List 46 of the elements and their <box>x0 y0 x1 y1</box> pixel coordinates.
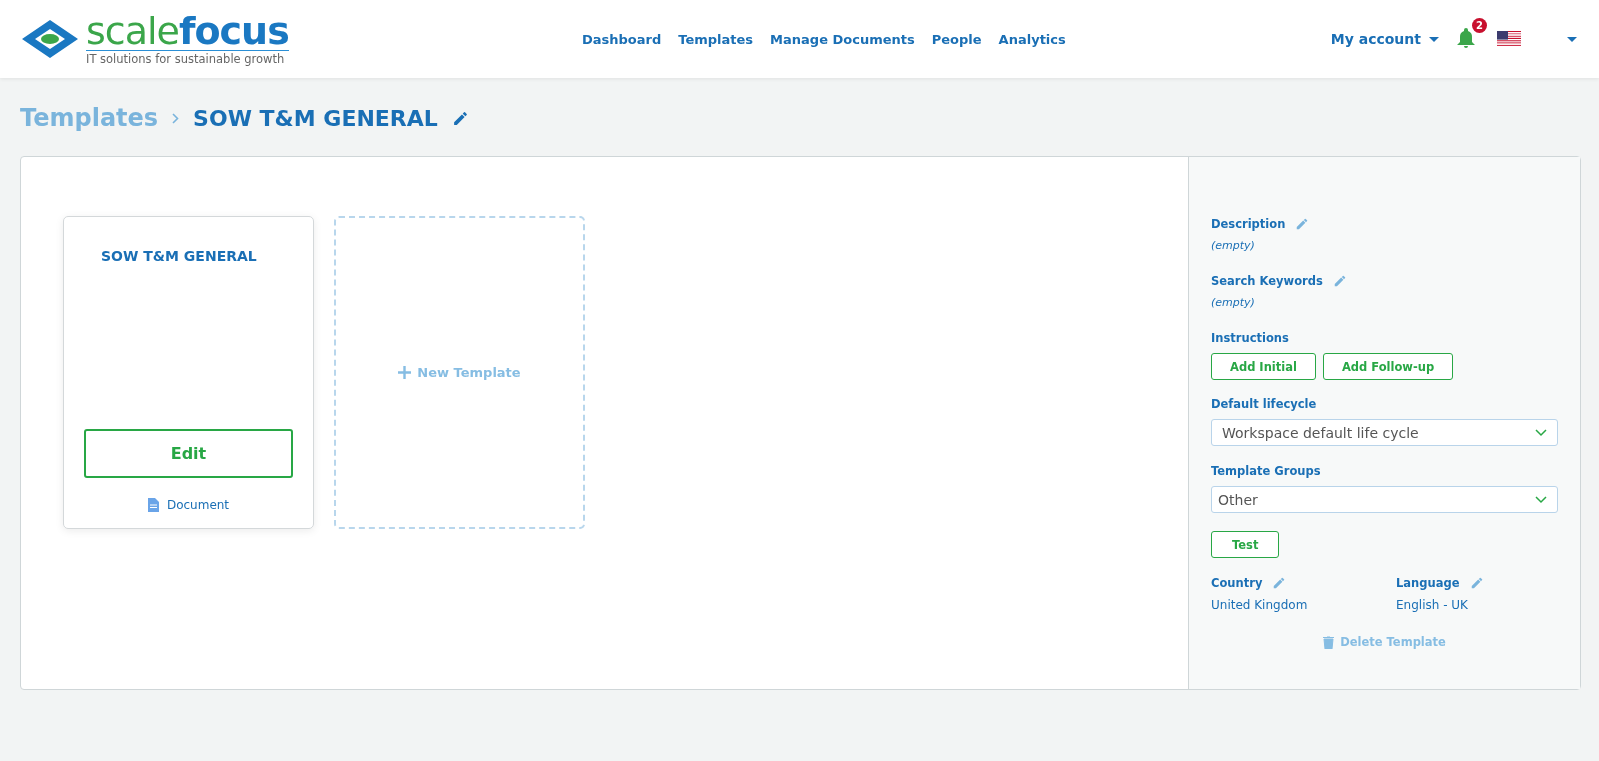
caret-icon <box>1429 36 1439 42</box>
country-value: United Kingdom <box>1211 598 1309 612</box>
keywords-value: (empty) <box>1211 296 1256 309</box>
logo-text: scale <box>86 12 179 50</box>
nav-link[interactable]: People <box>931 31 982 47</box>
edit-button[interactable]: Edit <box>84 429 293 478</box>
field-label: Default lifecycle <box>1211 397 1317 411</box>
pencil-icon[interactable] <box>1332 274 1347 288</box>
flag-icon[interactable] <box>1497 31 1521 47</box>
nav-link[interactable]: Manage Documents <box>770 31 915 47</box>
document-type: Document <box>166 498 230 512</box>
field-label: Description <box>1211 217 1286 231</box>
lifecycle-select[interactable]: Workspace default life cycle <box>1211 419 1558 446</box>
field-label: Template Groups <box>1211 464 1321 478</box>
page-title: SOW T&M GENERAL <box>193 105 438 131</box>
notification-badge: 2 <box>1472 18 1487 33</box>
card-title: SOW T&M GENERAL <box>100 248 258 264</box>
field-label: Search Keywords <box>1211 274 1323 288</box>
description-value: (empty) <box>1211 239 1256 252</box>
pencil-icon[interactable] <box>451 109 469 127</box>
chevron-right-icon <box>172 112 180 124</box>
chevron-down-icon <box>1535 495 1547 504</box>
logo-icon <box>22 20 78 58</box>
nav-link[interactable]: Dashboard <box>582 31 662 47</box>
language-value: English - UK <box>1396 598 1469 612</box>
field-label: Instructions <box>1211 331 1289 345</box>
chevron-down-icon <box>1535 428 1547 437</box>
bell-icon[interactable] <box>1457 28 1475 48</box>
field-label: Country <box>1211 576 1263 590</box>
instruction-button[interactable]: Add Follow-up <box>1322 353 1454 380</box>
logo-tagline: IT solutions for sustainable growth <box>86 52 286 66</box>
nav-link[interactable]: Analytics <box>998 31 1066 47</box>
account-menu[interactable]: My account <box>1330 31 1439 47</box>
pencil-icon[interactable] <box>1295 217 1310 231</box>
pencil-icon[interactable] <box>1272 576 1287 590</box>
caret-icon <box>1567 36 1577 42</box>
pencil-icon[interactable] <box>1469 576 1484 590</box>
plus-icon <box>398 366 412 379</box>
template-group-select[interactable]: Other <box>1211 486 1558 513</box>
field-label: Language <box>1396 576 1460 590</box>
document-icon <box>147 498 159 512</box>
logo-text: focus <box>178 12 289 50</box>
test-button[interactable]: Test <box>1211 531 1280 558</box>
instruction-button[interactable]: Add Initial <box>1211 353 1316 380</box>
nav-link[interactable]: Templates <box>678 31 754 47</box>
trash-icon <box>1323 635 1335 649</box>
